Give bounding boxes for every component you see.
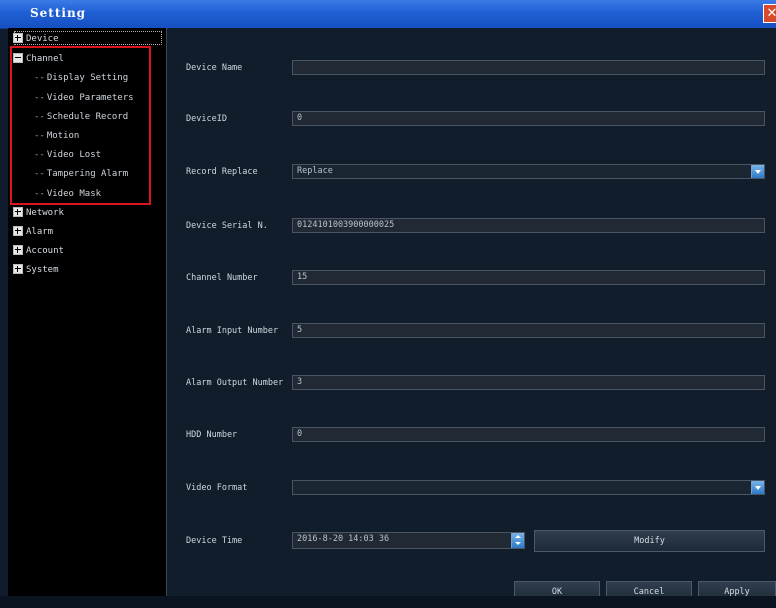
video-format-select[interactable] xyxy=(292,480,765,495)
spinner-icon[interactable] xyxy=(511,533,524,548)
alarm-input-number-field[interactable]: 5 xyxy=(292,323,765,338)
label-device-name: Device Name xyxy=(186,63,243,73)
tree-item-schedule-record[interactable]: -- Schedule Record xyxy=(34,108,128,126)
modify-button[interactable]: Modify xyxy=(534,530,765,552)
tree-expand-icon[interactable] xyxy=(13,32,23,43)
device-serial-field[interactable]: 0124101003900000025 xyxy=(292,218,765,233)
label-device-id: DeviceID xyxy=(186,114,227,124)
tree-expand-icon[interactable] xyxy=(13,263,23,274)
tree-item-system[interactable]: System xyxy=(13,261,59,279)
label-channel-number: Channel Number xyxy=(186,273,258,283)
record-replace-value: Replace xyxy=(297,166,333,176)
hdd-number-field[interactable]: 0 xyxy=(292,427,765,442)
label-hdd-number: HDD Number xyxy=(186,430,238,440)
device-name-field[interactable] xyxy=(292,60,765,75)
tree-item-account[interactable]: Account xyxy=(13,242,64,260)
label-record-replace: Record Replace xyxy=(186,167,258,177)
close-icon[interactable]: ✕ xyxy=(763,4,776,23)
tree-item-video-lost[interactable]: -- Video Lost xyxy=(34,146,101,164)
tree-expand-icon[interactable] xyxy=(13,244,23,255)
tree-expand-icon[interactable] xyxy=(13,206,23,217)
record-replace-select[interactable]: Replace xyxy=(292,164,765,179)
label-device-serial: Device Serial N. xyxy=(186,221,268,231)
device-time-value: 2016-8-20 14:03 36 xyxy=(297,534,390,544)
tree-expand-icon[interactable] xyxy=(13,225,23,236)
label-alarm-input-number: Alarm Input Number xyxy=(186,326,279,336)
tree-collapse-icon[interactable] xyxy=(13,52,23,63)
channel-number-field[interactable]: 15 xyxy=(292,270,765,285)
settings-panel: Device Name DeviceID 0 Record Replace Re… xyxy=(168,28,776,603)
label-alarm-output-number: Alarm Output Number xyxy=(186,378,284,388)
label-video-format: Video Format xyxy=(186,483,248,493)
tree-item-video-parameters[interactable]: -- Video Parameters xyxy=(34,89,134,107)
window-title: Setting xyxy=(30,6,87,20)
alarm-output-number-field[interactable]: 3 xyxy=(292,375,765,390)
title-bar[interactable]: Setting ✕ xyxy=(0,0,776,29)
device-id-field[interactable]: 0 xyxy=(292,111,765,126)
tree-item-network[interactable]: Network xyxy=(13,204,64,222)
tree-item-tampering-alarm[interactable]: -- Tampering Alarm xyxy=(34,165,128,183)
setting-window: Setting ✕ Device Channel -- Display Setti… xyxy=(0,0,776,608)
chevron-down-icon[interactable] xyxy=(751,481,764,494)
label-device-time: Device Time xyxy=(186,536,243,546)
tree-item-display-setting[interactable]: -- Display Setting xyxy=(34,69,128,87)
tree-item-channel[interactable]: Channel xyxy=(13,50,64,68)
tree-item-video-mask[interactable]: -- Video Mask xyxy=(34,185,101,203)
tree-item-device[interactable]: Device xyxy=(13,30,59,48)
bottom-strip xyxy=(0,596,776,608)
tree-item-motion[interactable]: -- Motion xyxy=(34,127,79,145)
tree-item-alarm[interactable]: Alarm xyxy=(13,223,53,241)
device-time-field[interactable]: 2016-8-20 14:03 36 xyxy=(292,532,525,549)
chevron-down-icon[interactable] xyxy=(751,165,764,178)
